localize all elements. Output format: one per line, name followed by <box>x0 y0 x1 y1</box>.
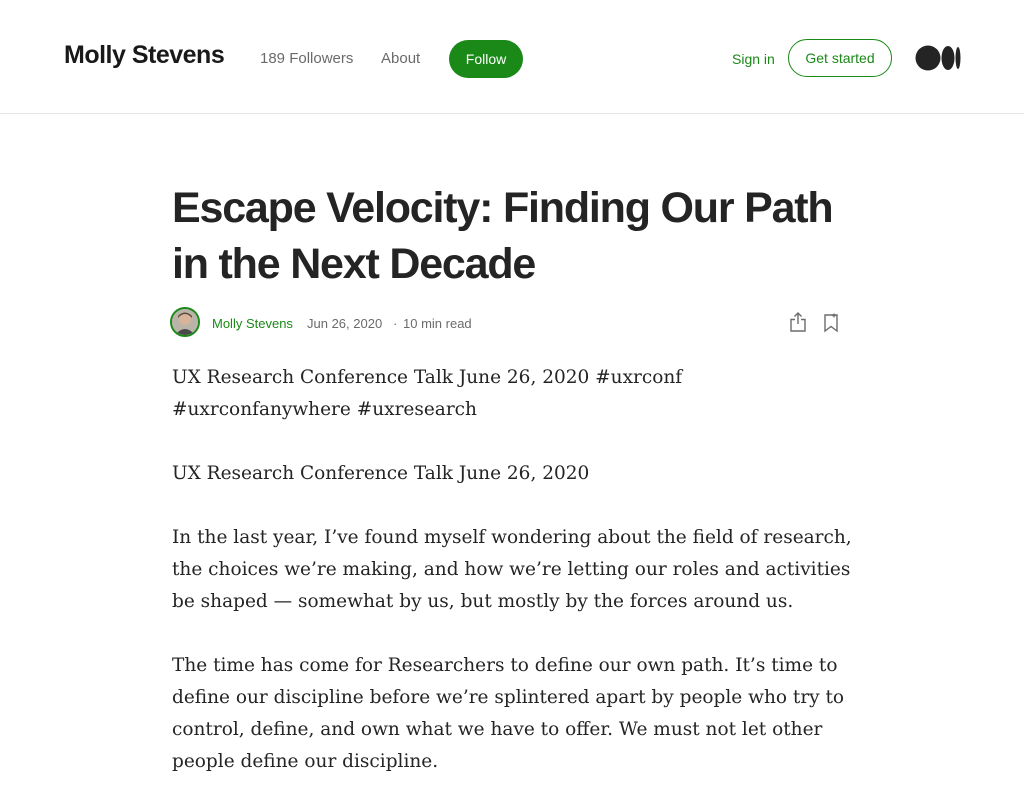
paragraph: UX Research Conference Talk June 26, 202… <box>172 463 590 484</box>
paragraph: In the last year, I’ve found myself wond… <box>172 527 852 612</box>
follow-button[interactable]: Follow <box>449 40 523 78</box>
bookmark-icon[interactable] <box>822 313 840 333</box>
article-body: UX Research Conference Talk June 26, 202… <box>172 362 852 810</box>
share-icon[interactable] <box>788 311 808 333</box>
article-byline: Molly Stevens Jun 26, 2020 · 10 min read <box>170 307 850 341</box>
author-avatar[interactable] <box>170 307 200 337</box>
byline-separator: · <box>393 316 398 331</box>
article: Escape Velocity: Finding Our Path in the… <box>170 180 852 772</box>
author-name-link[interactable]: Molly Stevens <box>212 315 293 333</box>
read-time: 10 min read <box>403 316 472 331</box>
article-title: Escape Velocity: Finding Our Path in the… <box>172 184 834 288</box>
publish-date: Jun 26, 2020 <box>307 316 383 331</box>
paragraph: The time has come for Researchers to def… <box>172 655 845 772</box>
person-silhouette-icon <box>172 309 198 335</box>
medium-logo-icon[interactable] <box>915 45 961 71</box>
paragraph: UX Research Conference Talk June 26, 202… <box>172 367 683 420</box>
top-navigation-bar: Molly Stevens 189 Followers About Follow… <box>0 0 1024 114</box>
followers-count-link[interactable]: 189 Followers <box>260 49 353 69</box>
publication-name-link[interactable]: Molly Stevens <box>64 39 225 71</box>
sign-in-link[interactable]: Sign in <box>732 49 775 69</box>
get-started-button[interactable]: Get started <box>788 39 892 77</box>
about-link[interactable]: About <box>381 49 420 69</box>
